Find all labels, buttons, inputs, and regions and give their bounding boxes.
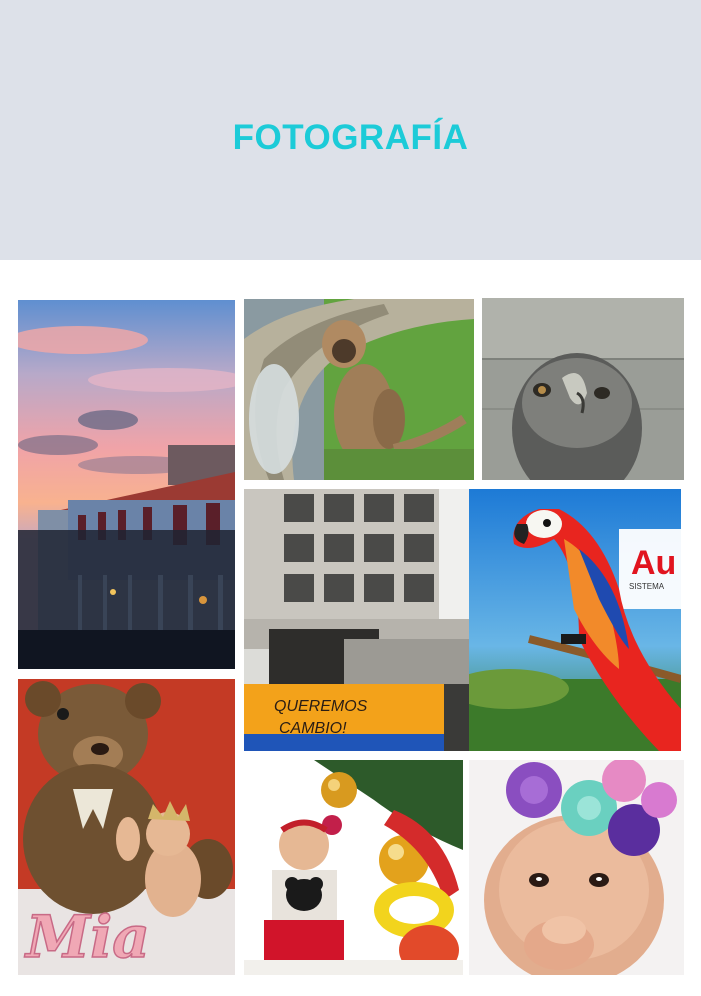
photo-sunset-building[interactable] [18,300,235,669]
graffiti-text-2: CAMBIO! [279,720,347,737]
photo-building-graffiti[interactable]: QUEREMOS CAMBIO! [244,489,469,751]
mural-subtext: SISTEMA [629,582,665,591]
photo-flower-baby[interactable] [469,760,684,975]
mia-sign-text: Mia [24,903,150,971]
monkey-image [244,299,474,480]
parrot-mural-image: Au SISTEMA [469,489,681,751]
building-graffiti-image: QUEREMOS CAMBIO! [244,489,469,751]
header-banner: FOTOGRAFÍA [0,0,701,260]
graffiti-text: QUEREMOS [274,698,368,715]
photo-teddy-baby[interactable]: Mia [18,679,235,975]
photo-monkey[interactable] [244,299,474,480]
photo-parrot-mural[interactable]: Au SISTEMA [469,489,681,751]
flower-baby-image [469,760,684,975]
eagle-image [482,298,684,480]
page-title: FOTOGRAFÍA [232,118,469,157]
photo-christmas-baby[interactable] [244,760,463,975]
sunset-building-image [18,300,235,669]
photo-eagle[interactable] [482,298,684,480]
mural-text: Au [631,544,676,582]
christmas-baby-image [244,760,463,975]
teddy-baby-image: Mia [18,679,235,975]
